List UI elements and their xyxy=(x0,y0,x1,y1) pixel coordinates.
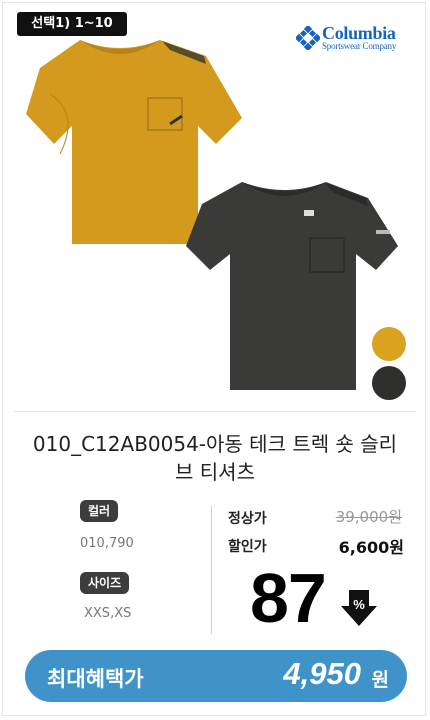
vertical-divider xyxy=(211,506,212,634)
sale-price-label: 할인가 xyxy=(228,539,267,555)
sale-price: 6,600원 xyxy=(338,538,404,557)
max-benefit-button[interactable]: 최대혜택가 4,950 원 xyxy=(25,650,407,702)
size-values: XXS,XS xyxy=(84,606,132,621)
charcoal-tshirt-image xyxy=(186,182,398,390)
color-swatch-charcoal[interactable] xyxy=(372,366,406,400)
divider xyxy=(14,411,416,412)
color-label-chip: 컬러 xyxy=(80,500,119,522)
max-benefit-label: 최대혜택가 xyxy=(47,667,144,691)
percent-symbol: % xyxy=(353,597,365,612)
max-benefit-unit: 원 xyxy=(371,669,389,691)
product-image[interactable] xyxy=(20,34,420,404)
color-values: 010,790 xyxy=(80,536,134,551)
discount-down-arrow-icon: % xyxy=(341,590,377,626)
regular-price: 39,000원 xyxy=(335,508,402,526)
option-badge: 선택1) 1~10 xyxy=(17,12,127,36)
regular-price-label: 정상가 xyxy=(228,511,267,527)
product-title[interactable]: 010_C12AB0054-아동 테크 트렉 숏 슬리브 티셔츠 xyxy=(30,430,400,486)
size-label-chip: 사이즈 xyxy=(80,572,130,594)
max-benefit-price: 4,950 xyxy=(283,656,361,691)
discount-rate: 87 xyxy=(250,559,327,637)
color-swatch-mustard[interactable] xyxy=(372,327,406,361)
